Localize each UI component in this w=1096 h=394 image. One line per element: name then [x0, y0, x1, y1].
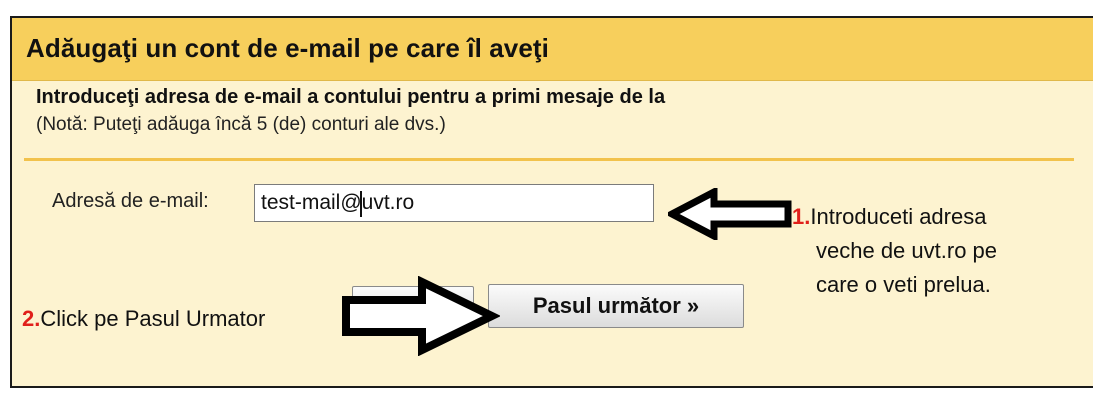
text-cursor [360, 191, 362, 217]
arrow-left-icon [668, 188, 792, 240]
arrow-right-icon [342, 276, 500, 356]
next-step-button[interactable]: Pasul următor » [488, 284, 744, 328]
instruction-text: Introduceţi adresa de e-mail a contului … [36, 86, 666, 108]
step2-annotation: 2.Click pe Pasul Urmator [22, 302, 265, 336]
step1-number: 1. [792, 204, 811, 229]
dialog-header: Adăugaţi un cont de e-mail pe care îl av… [12, 18, 1093, 81]
step1-line3: care o veti prelua. [816, 272, 991, 297]
dialog-title: Adăugaţi un cont de e-mail pe care îl av… [26, 33, 549, 63]
divider [24, 158, 1074, 161]
email-label: Adresă de e-mail: [52, 190, 209, 212]
note-text: (Notă: Puteţi adăuga încă 5 (de) conturi… [36, 114, 446, 135]
step2-text: Click pe Pasul Urmator [40, 306, 266, 331]
email-input[interactable] [254, 184, 654, 222]
step1-line2: veche de uvt.ro pe [816, 238, 998, 263]
step1-line1: Introduceti adresa [810, 204, 987, 229]
step1-annotation: 1.Introduceti adresa veche de uvt.ro pe … [792, 200, 1062, 302]
step2-number: 2. [22, 306, 41, 331]
